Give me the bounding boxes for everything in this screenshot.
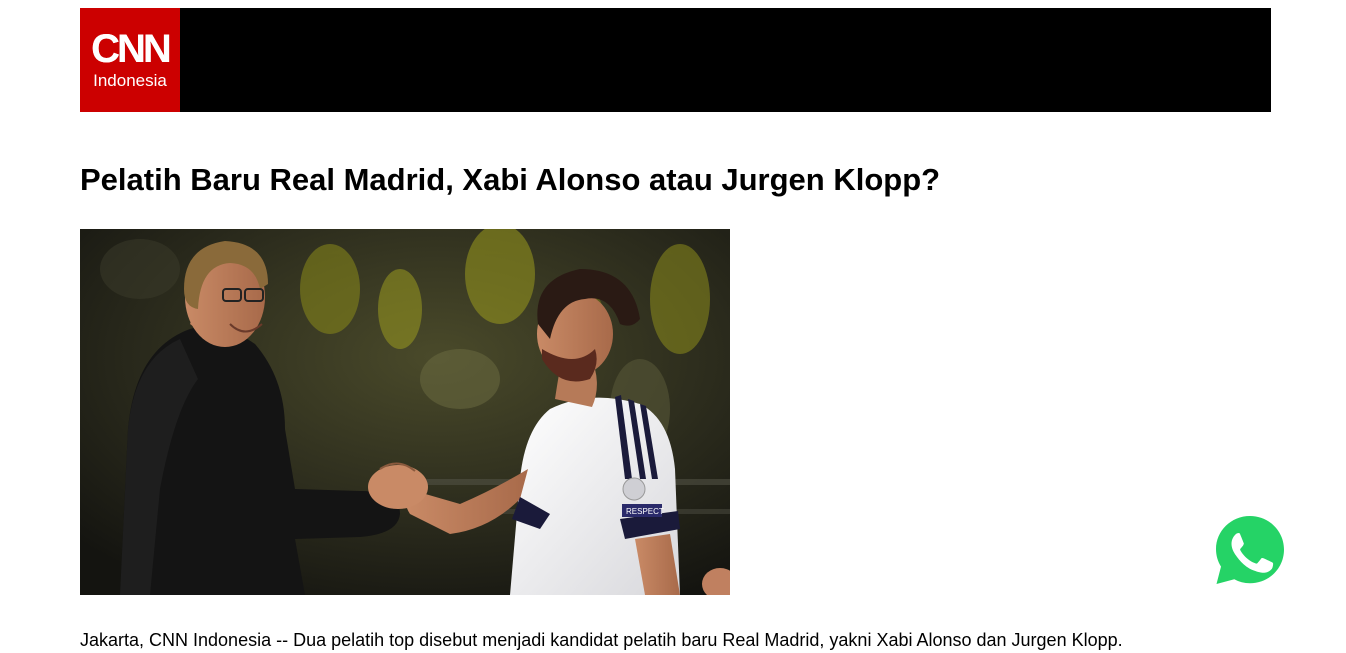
article-photo: RESPECT <box>80 229 730 595</box>
article-lead-paragraph: Jakarta, CNN Indonesia -- Dua pelatih to… <box>80 630 1123 650</box>
logo-sub-text: Indonesia <box>93 71 167 90</box>
respect-badge-text: RESPECT <box>626 507 664 516</box>
site-header: CNN Indonesia <box>80 8 1271 112</box>
cnn-indonesia-logo[interactable]: CNN Indonesia <box>80 8 180 112</box>
whatsapp-icon <box>1216 516 1284 584</box>
article-title: Pelatih Baru Real Madrid, Xabi Alonso at… <box>80 162 941 197</box>
logo-cnn-text: CNN <box>91 27 172 71</box>
whatsapp-share-button[interactable] <box>1214 514 1286 586</box>
